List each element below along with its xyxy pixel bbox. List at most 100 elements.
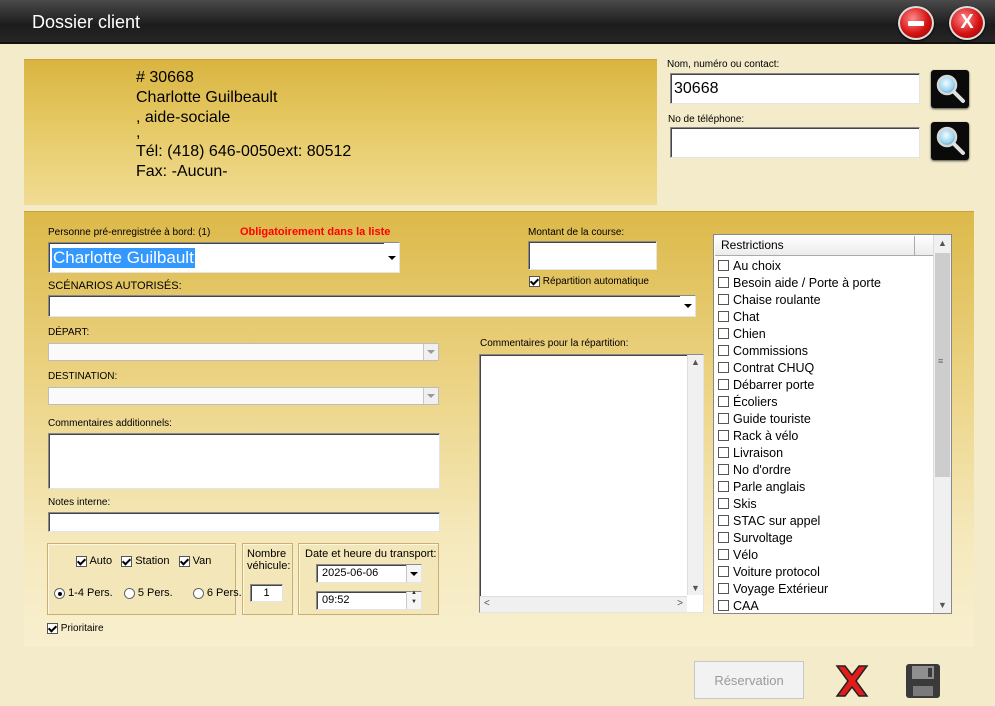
restriction-checkbox[interactable]	[718, 549, 729, 560]
restriction-checkbox[interactable]	[718, 362, 729, 373]
restriction-checkbox[interactable]	[718, 396, 729, 407]
restriction-checkbox[interactable]	[718, 498, 729, 509]
name-search-field[interactable]	[670, 73, 920, 104]
additional-comments-textarea[interactable]	[48, 433, 440, 489]
name-search-input[interactable]	[671, 74, 919, 103]
restrictions-scroll-thumb[interactable]: ≡	[935, 253, 950, 477]
minimize-button[interactable]	[898, 6, 934, 40]
restriction-item[interactable]: Livraison	[718, 445, 933, 462]
restriction-item[interactable]: Survoltage	[718, 530, 933, 547]
scroll-up-icon[interactable]: ▲	[688, 357, 703, 367]
restriction-item[interactable]: Débarrer porte	[718, 377, 933, 394]
person-dropdown-arrow[interactable]	[384, 243, 399, 272]
scenarios-combo[interactable]	[48, 295, 696, 317]
scroll-down-icon[interactable]: ▼	[688, 583, 703, 593]
dispatch-comments-hscroll[interactable]: < >	[480, 596, 687, 612]
restriction-checkbox[interactable]	[718, 379, 729, 390]
restriction-item[interactable]: Écoliers	[718, 394, 933, 411]
amount-input[interactable]	[529, 242, 656, 269]
person-combo[interactable]: Charlotte Guilbault	[48, 242, 400, 273]
depart-combo[interactable]	[48, 343, 439, 361]
restriction-checkbox[interactable]	[718, 447, 729, 458]
restrictions-list[interactable]: Restrictions Au choix Besoin aide / Porte…	[713, 234, 952, 614]
phone-search-field[interactable]	[670, 127, 920, 158]
capacity-5-radio[interactable]	[123, 587, 135, 599]
restriction-item[interactable]: Voiture protocol	[718, 564, 933, 581]
restriction-item[interactable]: Contrat CHUQ	[718, 360, 933, 377]
name-search-button[interactable]	[931, 70, 969, 108]
station-checkbox[interactable]	[121, 555, 133, 567]
restriction-item[interactable]: STAC sur appel	[718, 513, 933, 530]
restriction-checkbox[interactable]	[718, 311, 729, 322]
destination-combo[interactable]	[48, 387, 439, 405]
restriction-item[interactable]: Rack à vélo	[718, 428, 933, 445]
time-spin-buttons[interactable]: ▲ ▼	[406, 590, 421, 609]
amount-field[interactable]	[528, 241, 657, 270]
van-checkbox[interactable]	[178, 555, 190, 567]
restriction-item[interactable]: CAA	[718, 598, 933, 615]
restrictions-header[interactable]: Restrictions	[715, 236, 915, 256]
vehicle-count-input[interactable]	[251, 585, 282, 601]
phone-search-button[interactable]	[931, 122, 969, 160]
restriction-checkbox[interactable]	[718, 345, 729, 356]
restriction-checkbox[interactable]	[718, 464, 729, 475]
capacity-1-4-radio[interactable]	[54, 587, 65, 599]
restriction-checkbox[interactable]	[718, 481, 729, 492]
restriction-checkbox[interactable]	[718, 294, 729, 305]
restriction-checkbox[interactable]	[718, 328, 729, 339]
restriction-checkbox[interactable]	[718, 583, 729, 594]
save-button[interactable]	[904, 662, 942, 700]
phone-search-input[interactable]	[671, 128, 919, 157]
restriction-item[interactable]: Au choix	[718, 258, 933, 275]
restriction-item[interactable]: Voyage Extérieur	[718, 581, 933, 598]
destination-dropdown-arrow[interactable]	[423, 388, 438, 404]
restriction-item[interactable]: No d'ordre	[718, 462, 933, 479]
scroll-up-icon[interactable]: ▲	[934, 238, 951, 248]
date-dropdown-arrow[interactable]	[406, 565, 421, 582]
depart-dropdown-arrow[interactable]	[423, 344, 438, 360]
priority-checkbox[interactable]	[47, 623, 58, 634]
restriction-item[interactable]: Vélo	[718, 547, 933, 564]
restriction-checkbox[interactable]	[718, 413, 729, 424]
restriction-label: Chaise roulante	[733, 293, 821, 307]
client-line4: ,	[136, 124, 141, 141]
restriction-checkbox[interactable]	[718, 277, 729, 288]
vehicle-count-field[interactable]	[250, 584, 283, 602]
internal-notes-input[interactable]	[48, 512, 440, 532]
reservation-button[interactable]: Réservation	[694, 661, 804, 699]
restriction-item[interactable]: Chat	[718, 309, 933, 326]
restriction-checkbox[interactable]	[718, 260, 729, 271]
time-spinner[interactable]: 09:52 ▲ ▼	[316, 590, 422, 610]
auto-dispatch-option[interactable]: Répartition automatique	[529, 276, 649, 287]
restriction-item[interactable]: Parle anglais	[718, 479, 933, 496]
title-bar: Dossier client X	[0, 0, 995, 44]
restrictions-vscroll[interactable]: ▲ ≡ ▼	[933, 235, 951, 613]
restriction-checkbox[interactable]	[718, 532, 729, 543]
scroll-right-icon[interactable]: >	[677, 598, 683, 609]
capacity-6-radio[interactable]	[192, 587, 204, 599]
cancel-button[interactable]	[833, 662, 871, 700]
restriction-checkbox[interactable]	[718, 515, 729, 526]
spin-up-icon[interactable]: ▲	[407, 590, 421, 596]
restriction-item[interactable]: Guide touriste	[718, 411, 933, 428]
restriction-item[interactable]: Chien	[718, 326, 933, 343]
dispatch-comments-vscroll[interactable]: ▲ ▼	[687, 355, 703, 595]
date-picker[interactable]: 2025-06-06	[316, 564, 422, 583]
restriction-checkbox[interactable]	[718, 430, 729, 441]
restriction-checkbox[interactable]	[718, 566, 729, 577]
close-window-button[interactable]: X	[949, 6, 985, 40]
restriction-item[interactable]: Chaise roulante	[718, 292, 933, 309]
auto-checkbox[interactable]	[76, 555, 87, 567]
restriction-item[interactable]: Besoin aide / Porte à porte	[718, 275, 933, 292]
scroll-left-icon[interactable]: <	[484, 598, 490, 609]
dispatch-comments-textarea[interactable]: ▲ ▼ < >	[479, 354, 704, 613]
restriction-item[interactable]: Skis	[718, 496, 933, 513]
priority-option[interactable]: Prioritaire	[47, 623, 104, 634]
spin-down-icon[interactable]: ▼	[407, 599, 421, 605]
scenarios-dropdown-arrow[interactable]	[680, 296, 695, 316]
restriction-checkbox[interactable]	[718, 600, 729, 611]
restriction-item[interactable]: Commissions	[718, 343, 933, 360]
auto-dispatch-checkbox[interactable]	[529, 276, 540, 287]
scroll-down-icon[interactable]: ▼	[934, 600, 951, 610]
auto-dispatch-label: Répartition automatique	[542, 276, 649, 288]
